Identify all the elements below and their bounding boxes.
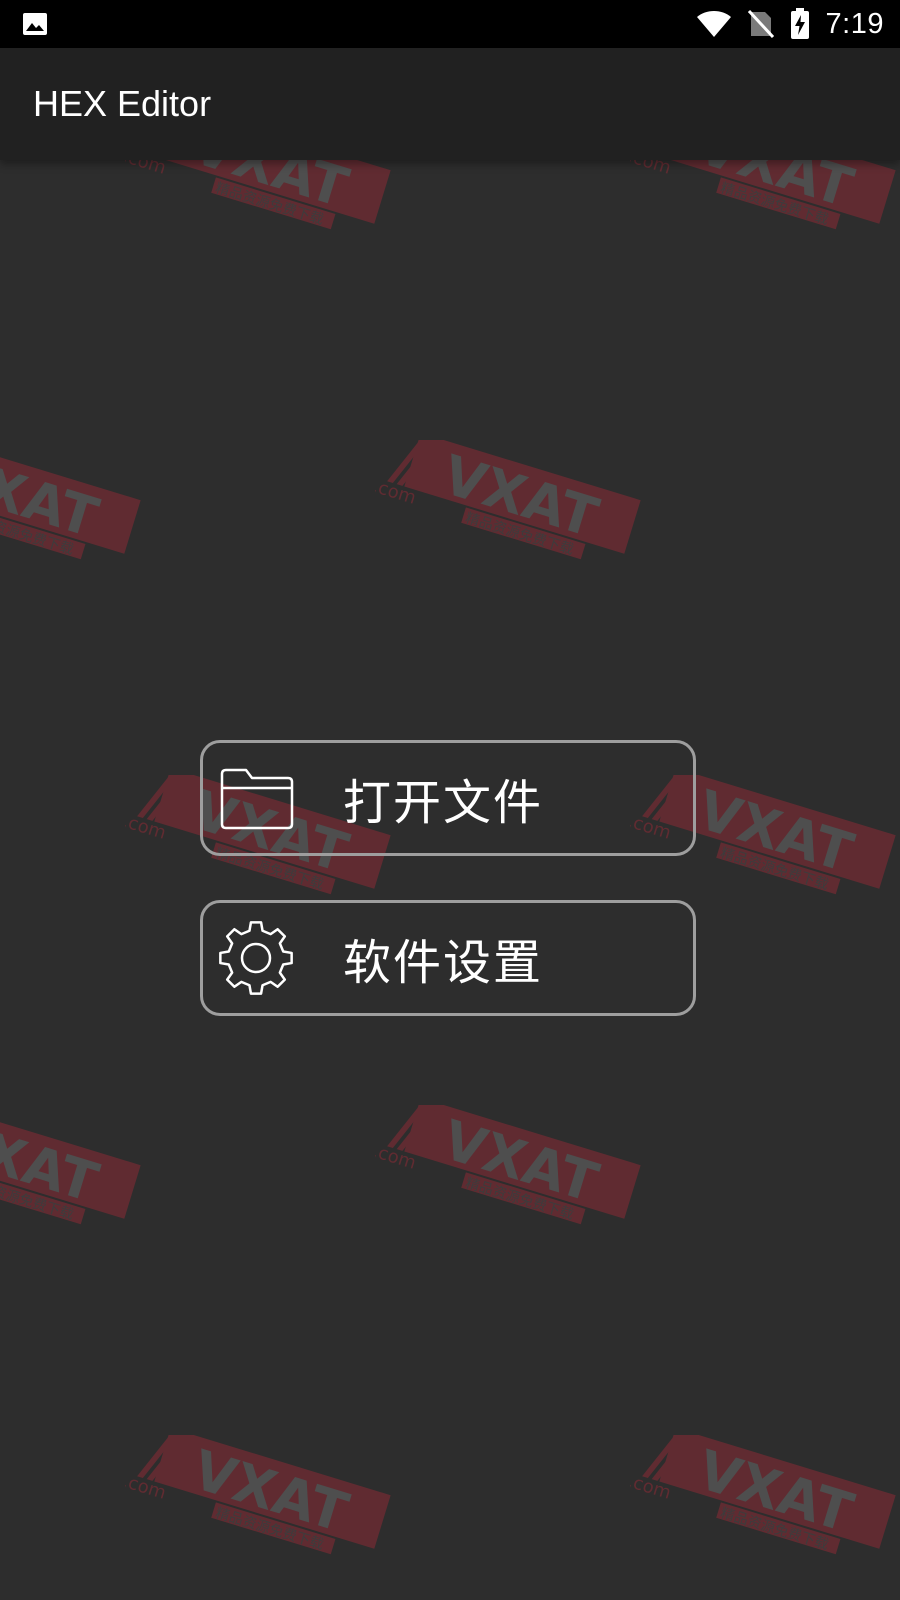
watermark-logo: VXAT.com精品资源免费下载 bbox=[0, 440, 141, 560]
svg-text:精品资源免费下载: 精品资源免费下载 bbox=[0, 510, 75, 558]
watermark-logo: VXAT .com 精品资源免费下载 bbox=[630, 1435, 896, 1555]
svg-text:VXAT: VXAT bbox=[691, 778, 861, 884]
svg-text:.com: .com bbox=[125, 1471, 168, 1504]
watermark-logo: VXAT .com 精品资源免费下载 bbox=[125, 1435, 391, 1555]
svg-text:VXAT: VXAT bbox=[0, 1108, 105, 1214]
app-screen: 7:19 HEX Editor VXAT .com 精品资源免费下载 VXAT .com… bbox=[0, 0, 900, 1600]
settings-label: 软件设置 bbox=[343, 935, 544, 991]
svg-text:精品资源免费下载: 精品资源免费下载 bbox=[0, 1175, 75, 1223]
svg-text:.com: .com bbox=[375, 476, 418, 509]
gear-icon bbox=[219, 921, 293, 995]
app-title: HEX Editor bbox=[33, 83, 212, 124]
wifi-icon bbox=[696, 11, 731, 37]
app-bar: HEX Editor bbox=[0, 48, 900, 160]
svg-text:.com: .com bbox=[375, 1141, 418, 1174]
svg-text:精品资源免费下载: 精品资源免费下载 bbox=[464, 510, 576, 558]
battery-charging-icon bbox=[790, 8, 809, 39]
image-icon bbox=[23, 13, 47, 35]
svg-text:精品资源免费下载: 精品资源免费下载 bbox=[464, 1175, 576, 1223]
svg-text:VXAT: VXAT bbox=[436, 1108, 606, 1214]
watermark-logo: VXAT .com 精品资源免费下载 bbox=[375, 1105, 641, 1225]
watermark-logo: VXAT .com 精品资源免费下载 bbox=[375, 440, 641, 560]
settings-button[interactable]: 软件设置 bbox=[200, 900, 696, 1016]
svg-text:VXAT: VXAT bbox=[186, 1438, 356, 1544]
svg-text:精品资源免费下载: 精品资源免费下载 bbox=[719, 180, 831, 228]
svg-text:VXAT: VXAT bbox=[0, 443, 105, 549]
open-file-button[interactable]: 打开文件 bbox=[200, 740, 696, 856]
svg-text:.com: .com bbox=[125, 811, 168, 844]
watermark-logo: VXAT.com精品资源免费下载 bbox=[0, 1105, 141, 1225]
folder-icon bbox=[220, 768, 294, 830]
svg-text:精品资源免费下载: 精品资源免费下载 bbox=[214, 180, 326, 228]
svg-text:精品资源免费下载: 精品资源免费下载 bbox=[719, 1505, 831, 1553]
svg-text:.com: .com bbox=[630, 1471, 673, 1504]
open-file-label: 打开文件 bbox=[343, 775, 544, 831]
no-sim-icon bbox=[747, 9, 774, 39]
svg-text:精品资源免费下载: 精品资源免费下载 bbox=[719, 845, 831, 893]
status-bar: 7:19 bbox=[0, 0, 900, 48]
status-time: 7:19 bbox=[825, 7, 884, 40]
svg-text:VXAT: VXAT bbox=[691, 1438, 861, 1544]
svg-text:VXAT: VXAT bbox=[436, 443, 606, 549]
svg-text:精品资源免费下载: 精品资源免费下载 bbox=[214, 1505, 326, 1553]
